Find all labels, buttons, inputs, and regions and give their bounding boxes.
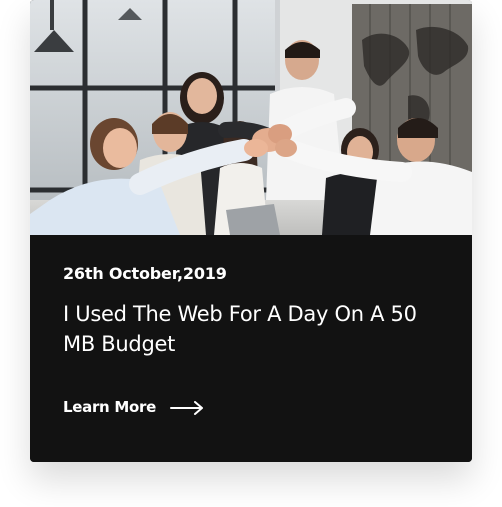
post-date: 26th October,2019	[63, 264, 227, 283]
blog-card: 26th October,2019 I Used The Web For A D…	[30, 0, 472, 462]
arrow-right-icon	[169, 400, 204, 415]
learn-more-link[interactable]: Learn More	[63, 398, 204, 416]
post-photo	[30, 0, 472, 235]
post-title[interactable]: I Used The Web For A Day On A 50 MB Budg…	[63, 299, 423, 359]
learn-more-label: Learn More	[63, 398, 156, 416]
post-body: 26th October,2019 I Used The Web For A D…	[30, 235, 472, 462]
